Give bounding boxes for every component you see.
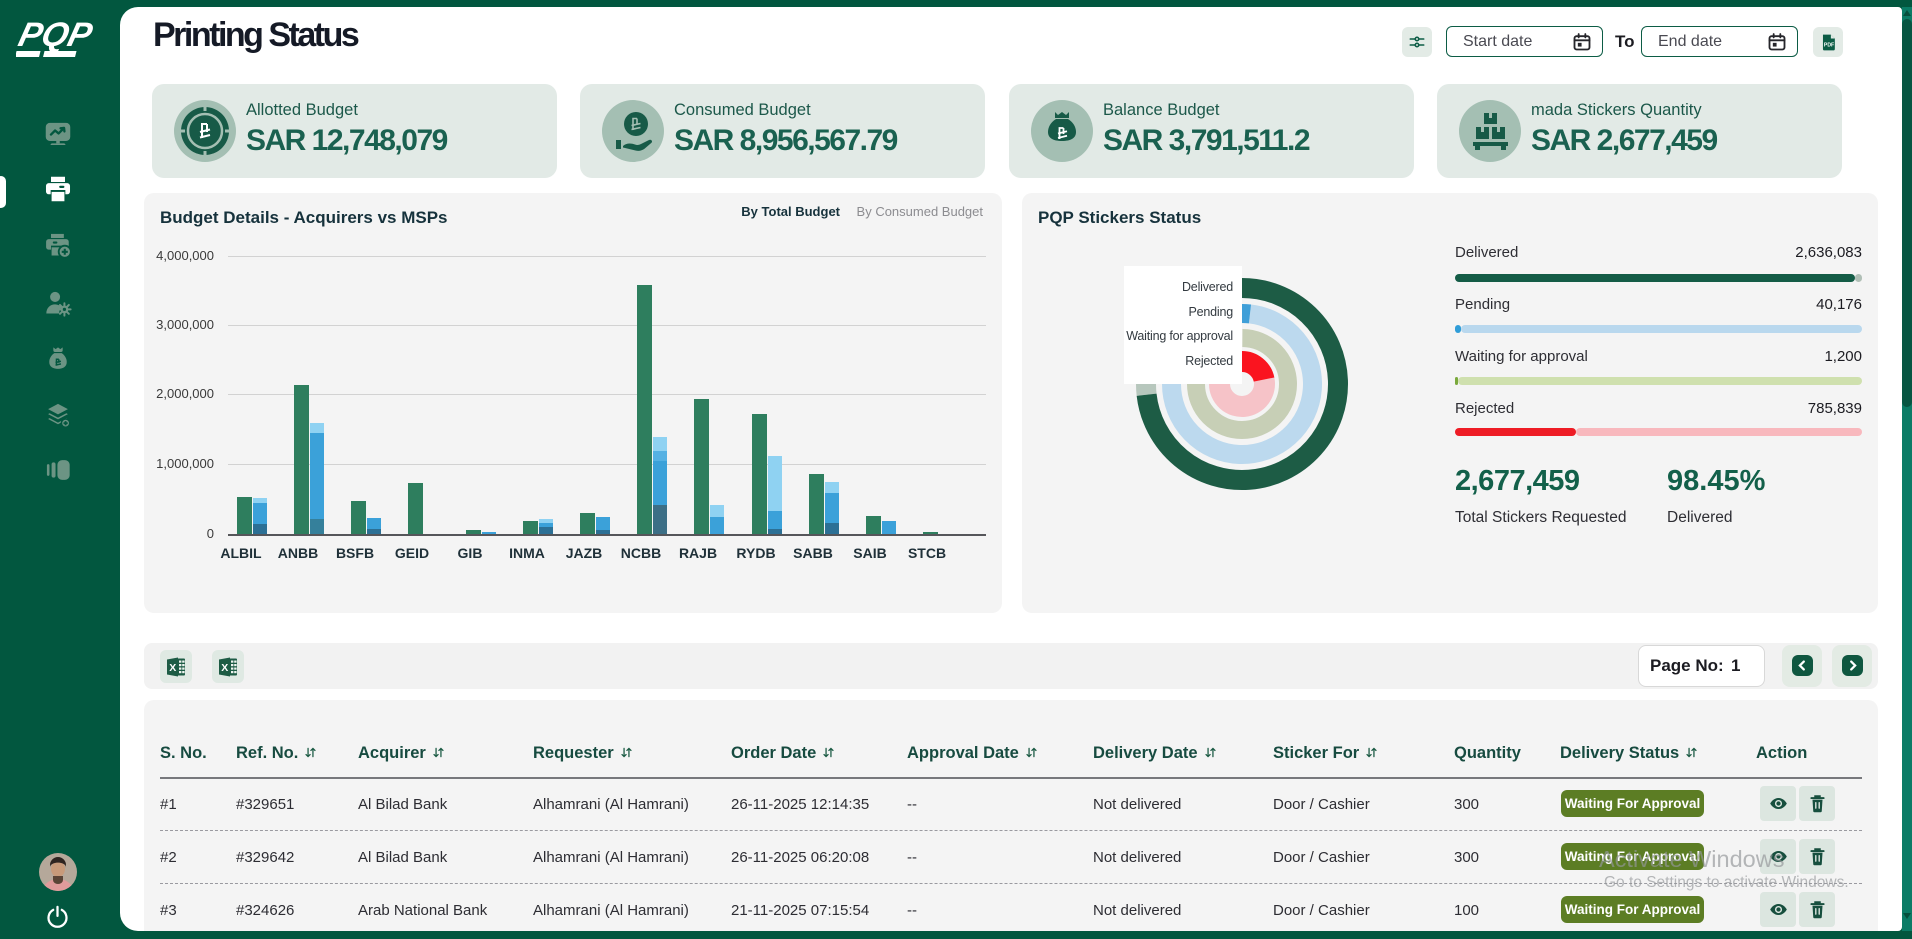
svg-text:PDF: PDF <box>1823 42 1833 48</box>
svg-text:X: X <box>169 662 176 674</box>
svg-text:PQP: PQP <box>16 16 97 53</box>
svg-text:X: X <box>221 662 228 674</box>
